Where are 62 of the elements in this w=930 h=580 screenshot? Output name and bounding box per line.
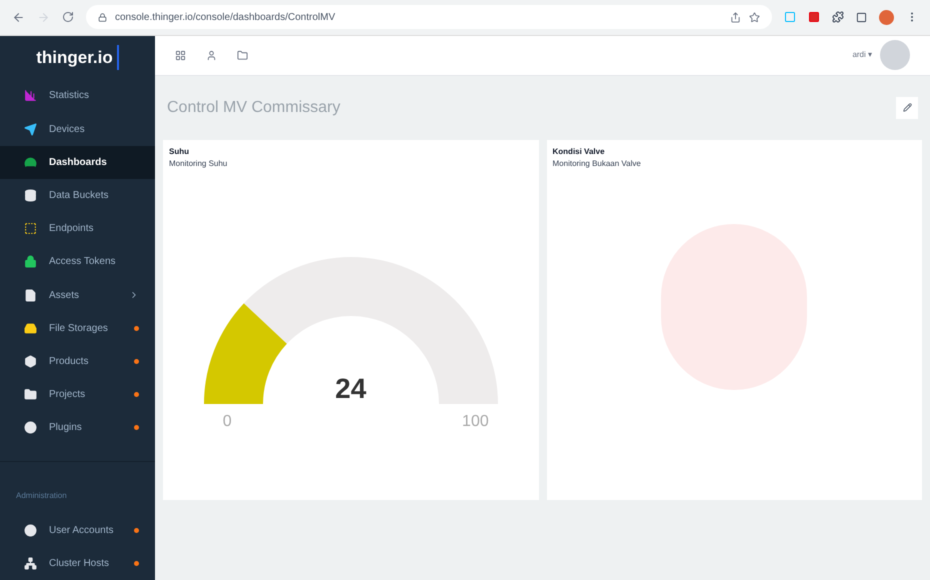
lock-icon (24, 255, 37, 268)
widget-subtitle: Monitoring Bukaan Valve (552, 158, 642, 170)
square-icon (24, 222, 37, 236)
widget-subtitle: Monitoring Suhu (169, 158, 228, 170)
rocket-icon (24, 122, 37, 136)
gauge-max: 100 (462, 412, 489, 432)
user-menu[interactable]: ardi ▾ (852, 49, 872, 62)
sidebar-item[interactable]: Dashboards (0, 146, 155, 179)
sidebar-label: Devices (49, 122, 86, 137)
sidebar-item[interactable]: Endpoints (0, 212, 155, 246)
folder-icon[interactable] (237, 50, 248, 61)
folder-icon (24, 388, 37, 402)
sidebar-item[interactable]: Statistics (0, 79, 155, 113)
sidebar-label: Products (49, 355, 90, 370)
address-bar[interactable]: console.thinger.io/console/dashboards/ControlMV (86, 5, 772, 30)
sidebar-item[interactable]: Assets (0, 278, 155, 312)
chart-icon (24, 89, 37, 102)
file-icon (24, 288, 37, 302)
sidebar-item[interactable]: File Storages (0, 312, 155, 345)
drive-icon (24, 322, 37, 335)
logo[interactable]: thinger.io (36, 44, 119, 70)
extension-icon[interactable] (808, 11, 820, 24)
sidebar-item[interactable]: Cluster Hosts (0, 546, 155, 580)
share-icon[interactable] (730, 12, 741, 23)
profile-avatar[interactable] (879, 10, 894, 25)
url-text: console.thinger.io/console/dashboards/ControlMV (115, 10, 336, 25)
edit-icon (902, 103, 912, 112)
sidebar-item[interactable]: Products (0, 344, 155, 378)
dashboard-title: Control MV Commissary (167, 98, 340, 118)
sidebar-label: Assets (49, 288, 80, 303)
section-header: Administration (16, 490, 67, 500)
lock-icon (98, 12, 107, 22)
sidebar-label: Statistics (49, 89, 90, 104)
sidebar-label: Cluster Hosts (49, 556, 110, 571)
grid-icon[interactable] (175, 50, 186, 61)
sidebar-label: Endpoints (49, 222, 94, 236)
widget-title: Kondisi Valve (552, 146, 606, 158)
database-icon (24, 189, 37, 202)
sidebar-item[interactable]: Access Tokens (0, 245, 155, 279)
sidebar-item[interactable]: User Accounts (0, 514, 155, 547)
gauge-value: 24 (335, 372, 366, 406)
gauge-min: 0 (222, 412, 232, 432)
sidebar-label: Access Tokens (49, 255, 117, 270)
sidebar-label: Projects (49, 388, 86, 402)
puzzle-icon[interactable] (832, 11, 844, 24)
back-icon[interactable] (12, 10, 25, 24)
sidebar-label: Data Buckets (49, 189, 110, 204)
sidebar-label: File Storages (49, 322, 109, 336)
widget-title: Suhu (169, 146, 190, 158)
box-icon (24, 355, 37, 368)
sidebar-item[interactable]: Projects (0, 378, 155, 412)
sidebar-item[interactable]: Plugins (0, 411, 155, 445)
sidebar-label: Plugins (49, 421, 83, 436)
sidebar-item[interactable]: Data Buckets (0, 178, 155, 212)
sidebar-label: Dashboards (49, 156, 108, 170)
star-icon[interactable] (749, 12, 760, 23)
edit-button[interactable] (896, 96, 918, 119)
sidebar-label: User Accounts (49, 524, 114, 538)
sidebar-item[interactable]: Devices (0, 112, 155, 146)
sitemap-icon (24, 556, 37, 570)
sidepanel-icon[interactable] (856, 12, 867, 23)
reload-icon[interactable] (62, 11, 74, 24)
